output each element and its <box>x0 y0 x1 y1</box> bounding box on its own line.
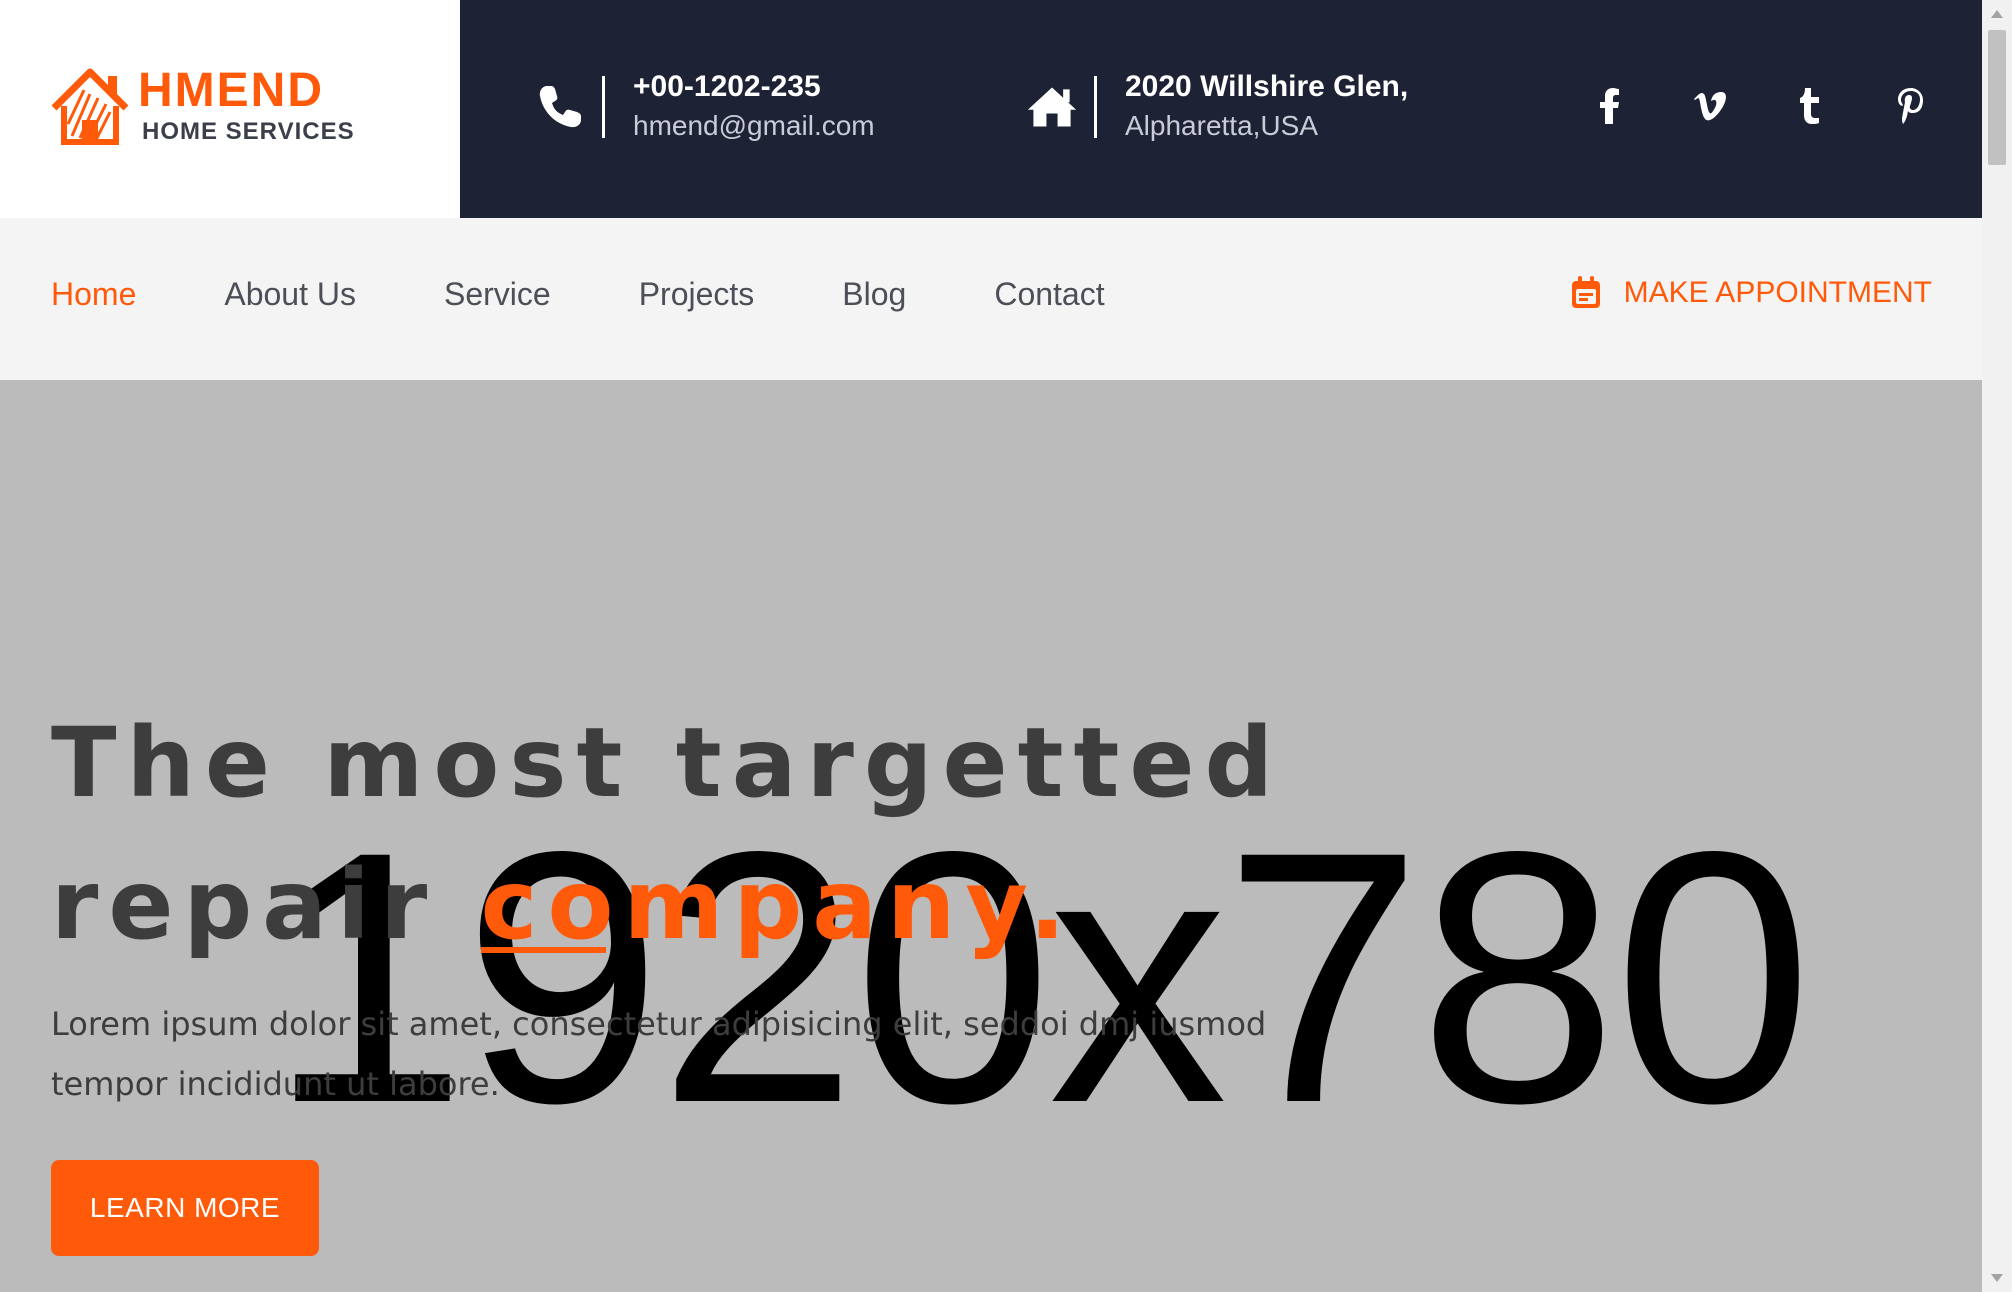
make-appointment-button[interactable]: MAKE APPOINTMENT <box>1570 276 1932 310</box>
hero-description: Lorem ipsum dolor sit amet, consectetur … <box>51 1005 1267 1103</box>
main-nav: Home About Us Service Projects Blog Cont… <box>0 218 1982 380</box>
logo[interactable]: HMEND HOME SERVICES <box>50 66 355 148</box>
logo-area: HMEND HOME SERVICES <box>0 0 460 218</box>
address-line1: 2020 Willshire Glen, <box>1125 70 1409 103</box>
home-icon <box>1026 81 1078 133</box>
nav-blog[interactable]: Blog <box>842 274 906 314</box>
divider <box>602 76 605 138</box>
learn-more-button[interactable]: LEARN MORE <box>51 1160 319 1256</box>
nav-about-us[interactable]: About Us <box>224 274 356 314</box>
hero-title-line1: The most targetted <box>51 707 1284 819</box>
scroll-down-arrow-icon[interactable] <box>1991 1274 2003 1282</box>
facebook-icon[interactable] <box>1588 84 1632 128</box>
hero-title-accent: company. <box>480 849 1076 961</box>
tumblr-icon[interactable] <box>1788 84 1832 128</box>
social-links <box>1532 84 1932 128</box>
phone-number[interactable]: +00-1202-235 <box>633 68 875 106</box>
hero-banner: 1920x780 The most targetted repair compa… <box>0 380 1982 1292</box>
make-appointment-label: MAKE APPOINTMENT <box>1623 276 1932 309</box>
phone-icon <box>534 81 586 133</box>
contact-info-bar: +00-1202-235 hmend@gmail.com 2020 Willsh… <box>460 0 1982 218</box>
hero-title: The most targetted repair company. <box>51 692 1451 976</box>
scroll-up-arrow-icon[interactable] <box>1991 10 2003 18</box>
vimeo-icon[interactable] <box>1688 84 1732 128</box>
nav-menu: Home About Us Service Projects Blog Cont… <box>51 274 1193 314</box>
calendar-icon <box>1571 276 1600 308</box>
address-info: 2020 Willshire Glen, Alpharetta,USA <box>1026 68 1408 146</box>
scrollbar-thumb[interactable] <box>1988 30 2006 165</box>
nav-home[interactable]: Home <box>51 274 136 314</box>
nav-service[interactable]: Service <box>444 274 551 314</box>
house-logo-icon <box>51 68 129 145</box>
hero-title-plain: repair <box>51 849 438 961</box>
pinterest-icon[interactable] <box>1888 84 1932 128</box>
page: HMEND HOME SERVICES +00-1202-235 hmend@g… <box>0 0 1982 1292</box>
vertical-scrollbar[interactable] <box>1982 0 2012 1292</box>
brand-tagline: HOME SERVICES <box>142 118 355 145</box>
email-address[interactable]: hmend@gmail.com <box>633 106 875 146</box>
address-line2: Alpharetta,USA <box>1125 110 1318 141</box>
phone-info: +00-1202-235 hmend@gmail.com <box>534 68 875 146</box>
divider <box>1094 76 1097 138</box>
top-header: HMEND HOME SERVICES +00-1202-235 hmend@g… <box>0 0 1982 218</box>
brand-name: HMEND <box>138 64 324 117</box>
nav-contact[interactable]: Contact <box>994 274 1104 314</box>
nav-projects[interactable]: Projects <box>639 274 755 314</box>
